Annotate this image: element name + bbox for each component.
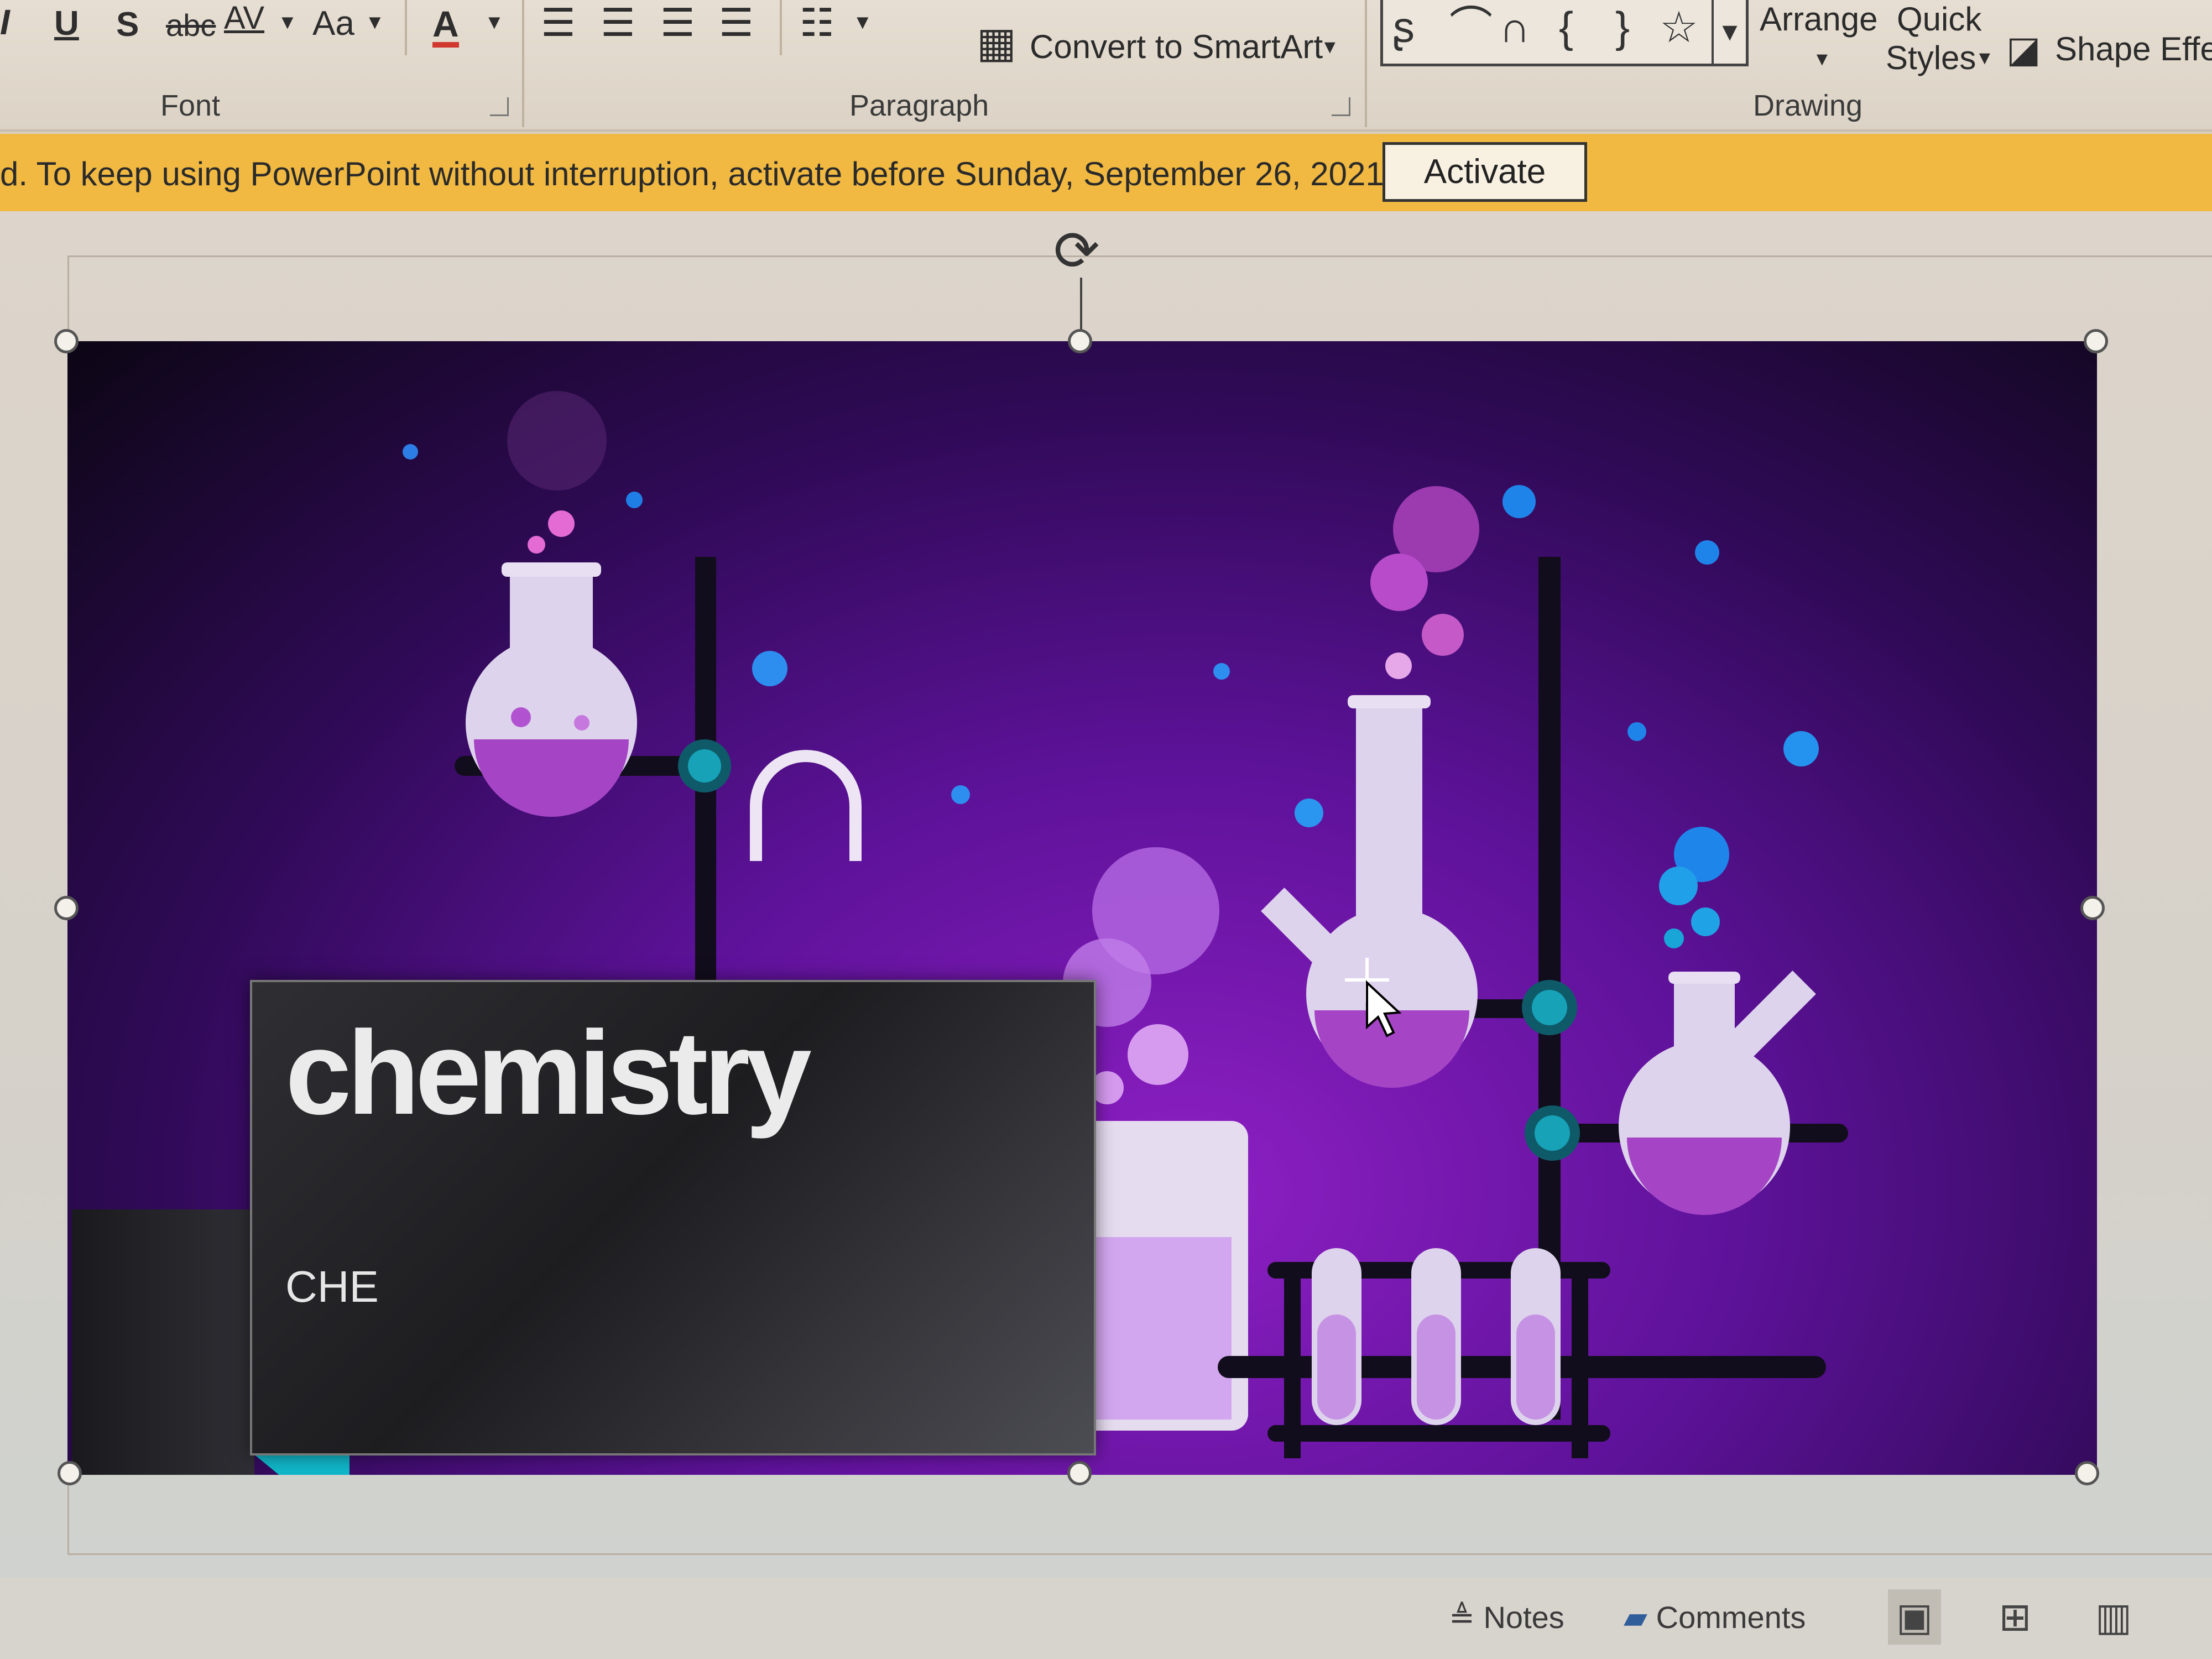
- align-center-icon[interactable]: ☰: [601, 3, 635, 42]
- reading-view-icon: ▥: [2095, 1595, 2132, 1639]
- notes-button[interactable]: ≜ Notes: [1449, 1599, 1564, 1639]
- convert-smartart-button[interactable]: Convert to SmartArt: [1030, 28, 1323, 66]
- chevron-down-icon[interactable]: ▼: [484, 12, 504, 32]
- shape-effects-button[interactable]: Shape Effe: [2055, 30, 2212, 68]
- right-brace-shape-icon[interactable]: }: [1615, 6, 1630, 49]
- columns-icon[interactable]: ☷: [800, 3, 834, 42]
- group-divider: [1365, 0, 1367, 127]
- font-color-button[interactable]: A: [432, 6, 459, 48]
- notes-label: Notes: [1483, 1600, 1564, 1635]
- slide-sorter-icon: ⊞: [1999, 1595, 2032, 1639]
- normal-view-button[interactable]: ▣: [1888, 1589, 1941, 1645]
- slide-subtitle[interactable]: CHE: [285, 1261, 379, 1312]
- arc-shape-icon[interactable]: ⌒: [1449, 6, 1493, 49]
- round-flask-left: [466, 562, 637, 817]
- tall-flask: [1261, 695, 1478, 1088]
- resize-handle-bottom-right[interactable]: [2075, 1461, 2099, 1485]
- dark-side-panel: [72, 1209, 254, 1475]
- resize-handle-top-left[interactable]: [54, 329, 79, 353]
- chevron-down-icon[interactable]: ▼: [1321, 38, 1339, 56]
- comments-button[interactable]: ▰ Comments: [1624, 1599, 1806, 1639]
- curve-shape-icon[interactable]: ∩: [1499, 6, 1530, 49]
- group-divider: [522, 0, 524, 127]
- rotate-handle-icon[interactable]: ⟳: [1053, 223, 1100, 279]
- title-text-box[interactable]: chemistry CHE: [250, 980, 1096, 1455]
- resize-handle-middle-right[interactable]: [2080, 896, 2105, 920]
- slide-sorter-button[interactable]: ⊞: [1989, 1589, 2042, 1645]
- chevron-down-icon[interactable]: ▼: [1813, 50, 1832, 69]
- activation-message: d. To keep using PowerPoint without inte…: [0, 155, 1394, 192]
- arrange-button[interactable]: Arrange: [1760, 0, 1877, 38]
- notes-icon: ≜: [1449, 1600, 1475, 1635]
- star-shape-icon[interactable]: ☆: [1660, 6, 1698, 49]
- strikethrough-button[interactable]: abc: [166, 10, 216, 41]
- chevron-down-icon[interactable]: ▼: [1975, 49, 1994, 67]
- freeform-shape-icon[interactable]: ʂ: [1393, 6, 1415, 49]
- resize-handle-bottom-left[interactable]: [58, 1461, 82, 1485]
- comments-label: Comments: [1656, 1600, 1806, 1635]
- character-spacing-button[interactable]: AV: [224, 2, 264, 34]
- status-bar: ≜ Notes ▰ Comments ▣ ⊞ ▥: [0, 1577, 2212, 1659]
- teal-accent-tab: [255, 1455, 349, 1475]
- smartart-icon: ▦: [977, 19, 1016, 66]
- text-shadow-button[interactable]: S: [116, 8, 139, 42]
- shape-effects-icon: ◪: [2006, 29, 2041, 70]
- left-brace-shape-icon[interactable]: {: [1559, 6, 1573, 49]
- resize-handle-top-right[interactable]: [2084, 329, 2108, 353]
- slide-canvas[interactable]: chemistry CHE: [67, 341, 2097, 1475]
- quick-styles-button[interactable]: Styles: [1886, 39, 1976, 77]
- justify-icon[interactable]: ☰: [719, 3, 754, 42]
- chevron-down-icon[interactable]: ▼: [278, 12, 298, 32]
- align-left-icon[interactable]: ☰: [541, 3, 576, 42]
- resize-handle-middle-left[interactable]: [54, 896, 79, 920]
- normal-view-icon: ▣: [1896, 1595, 1933, 1639]
- side-flask: [1619, 971, 1816, 1215]
- font-group-label: Font: [160, 89, 221, 122]
- comment-icon: ▰: [1624, 1600, 1648, 1635]
- activation-bar: d. To keep using PowerPoint without inte…: [0, 134, 2212, 211]
- divider: [405, 0, 407, 55]
- align-right-icon[interactable]: ☰: [660, 3, 695, 42]
- gallery-more-icon[interactable]: ▼: [1712, 0, 1746, 64]
- change-case-button[interactable]: Aa: [312, 7, 354, 41]
- slide-title[interactable]: chemistry: [285, 1004, 812, 1141]
- chevron-down-icon[interactable]: ▼: [365, 12, 385, 32]
- font-dialog-launcher-icon[interactable]: [490, 97, 509, 116]
- drawing-group-label: Drawing: [1753, 89, 1863, 122]
- resize-handle-top-center[interactable]: [1068, 329, 1092, 353]
- italic-button[interactable]: I: [0, 4, 10, 40]
- quick-styles-label-line1[interactable]: Quick: [1897, 0, 1981, 38]
- activate-button[interactable]: Activate: [1383, 142, 1587, 202]
- resize-handle-bottom-center[interactable]: [1067, 1461, 1092, 1485]
- divider: [780, 0, 782, 55]
- shapes-gallery[interactable]: ʂ ⌒ ∩ { } ☆ ▼: [1380, 0, 1749, 66]
- reading-view-button[interactable]: ▥: [2087, 1589, 2140, 1645]
- ribbon: I U S abc AV ▼ Aa ▼ A ▼ Font ☰ ☰ ☰ ☰ ☷ ▼…: [0, 0, 2212, 132]
- chevron-down-icon[interactable]: ▼: [853, 12, 873, 32]
- paragraph-dialog-launcher-icon[interactable]: [1332, 97, 1350, 116]
- test-tubes: [1267, 1248, 1610, 1458]
- underline-button[interactable]: U: [54, 7, 79, 41]
- slide-editing-area: ⟳ chemistry CHE: [0, 211, 2212, 1577]
- paragraph-group-label: Paragraph: [849, 89, 989, 122]
